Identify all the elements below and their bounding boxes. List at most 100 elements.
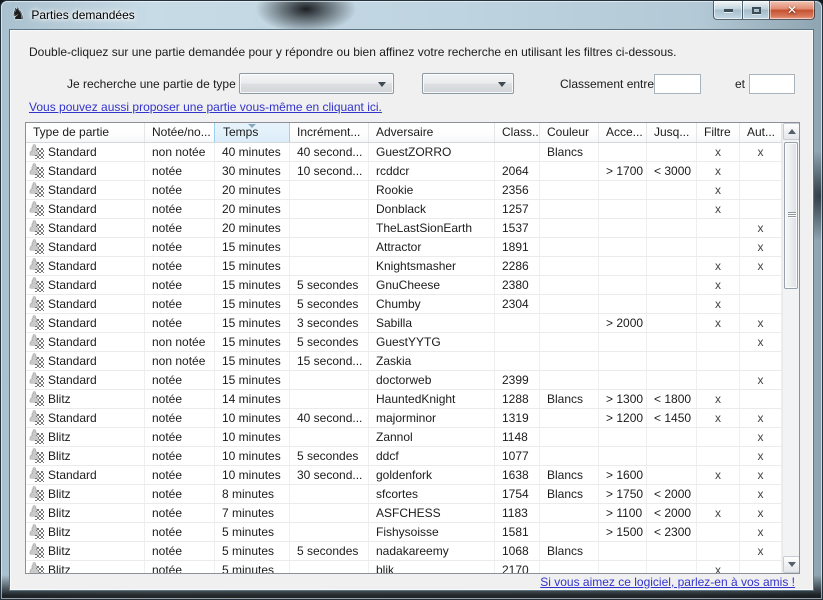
table-row[interactable]: ♟Blitznotée14 minutesHauntedKnight1288Bl… — [26, 390, 782, 409]
table-row[interactable]: ♟Standardnotée15 minutesdoctorweb2399x — [26, 371, 782, 390]
table-row[interactable]: ♟Standardnotée20 minutesDonblack1257x — [26, 200, 782, 219]
cell: 5 secondes — [290, 295, 369, 313]
cell — [495, 143, 540, 161]
minimize-button[interactable] — [713, 1, 742, 20]
cell — [290, 200, 369, 218]
scrollbar-thumb[interactable] — [784, 142, 798, 289]
cell — [540, 181, 599, 199]
cell — [647, 371, 697, 389]
cell: 1754 — [495, 485, 540, 503]
column-header-4[interactable]: Incrément... — [290, 123, 369, 142]
cell — [697, 447, 740, 465]
cell: > 2000 — [599, 314, 647, 332]
cell — [647, 276, 697, 294]
column-header-8[interactable]: Acce... — [599, 123, 647, 142]
cell — [740, 181, 782, 199]
table-row[interactable]: ♟Blitznotée5 minutes5 secondesnadakareem… — [26, 542, 782, 561]
cell — [647, 352, 697, 370]
maximize-icon — [752, 7, 761, 14]
tell-friends-link[interactable]: Si vous aimez ce logiciel, parlez-en à v… — [540, 575, 795, 589]
vertical-scrollbar[interactable] — [782, 123, 799, 573]
table-row[interactable]: ♟Standardnotée20 minutesTheLastSionEarth… — [26, 219, 782, 238]
cell: notée — [145, 428, 215, 446]
game-type-cell: ♟Standard — [26, 257, 145, 275]
column-header-7[interactable]: Couleur — [540, 123, 599, 142]
table-row[interactable]: ♟Standardnotée30 minutes10 second...rcdd… — [26, 162, 782, 181]
cell: x — [697, 162, 740, 180]
cell: notée — [145, 181, 215, 199]
table-row[interactable]: ♟Blitznotée5 minutesFishysoisse1581> 150… — [26, 523, 782, 542]
table-row[interactable]: ♟Blitznotée5 minutesblik2170x — [26, 561, 782, 573]
table-row[interactable]: ♟Standardnotée15 minutes5 secondesGnuChe… — [26, 276, 782, 295]
cell: 2286 — [495, 257, 540, 275]
table-row[interactable]: ♟Blitznotée7 minutesASFCHESS1183> 1100< … — [26, 504, 782, 523]
column-header-1[interactable]: Type de partie — [26, 123, 145, 142]
cell: x — [697, 276, 740, 294]
table-row[interactable]: ♟Standardnotée15 minutes3 secondesSabill… — [26, 314, 782, 333]
dialog-client-area: Double-cliquez sur une partie demandée p… — [9, 29, 814, 591]
table-row[interactable]: ♟Blitznotée10 minutesZannol1148x — [26, 428, 782, 447]
cell — [290, 428, 369, 446]
games-listview: Type de partieNotée/no...TempsIncrément.… — [25, 122, 800, 574]
pawn-icon: ♟ — [28, 392, 45, 407]
cell: 20 minutes — [215, 181, 290, 199]
rating-min-input[interactable] — [654, 74, 701, 94]
column-header-5[interactable]: Adversaire — [369, 123, 495, 142]
cell: x — [740, 219, 782, 237]
cell — [740, 561, 782, 573]
cell: x — [740, 542, 782, 560]
cell: notée — [145, 295, 215, 313]
cell — [697, 485, 740, 503]
column-header-9[interactable]: Jusq... — [647, 123, 697, 142]
cell: 10 minutes — [215, 409, 290, 427]
game-type-cell: ♟Blitz — [26, 561, 145, 573]
scroll-down-button[interactable] — [783, 556, 800, 573]
propose-game-link[interactable]: Vous pouvez aussi proposer une partie vo… — [29, 100, 382, 114]
table-row[interactable]: ♟Standardnon notée40 minutes40 second...… — [26, 143, 782, 162]
cell — [599, 238, 647, 256]
cell: < 2000 — [647, 504, 697, 522]
cell: 2064 — [495, 162, 540, 180]
table-row[interactable]: ♟Standardnon notée15 minutes15 second...… — [26, 352, 782, 371]
table-row[interactable]: ♟Standardnon notée15 minutes5 secondesGu… — [26, 333, 782, 352]
cell — [599, 257, 647, 275]
table-row[interactable]: ♟Blitznotée8 minutessfcortes1754Blancs> … — [26, 485, 782, 504]
window: ♞ Parties demandées ✕ Double-cliquez sur… — [0, 0, 823, 600]
scroll-up-button[interactable] — [783, 123, 800, 140]
cell: > 1200 — [599, 409, 647, 427]
table-row[interactable]: ♟Standardnotée10 minutes40 second...majo… — [26, 409, 782, 428]
cell — [697, 352, 740, 370]
column-header-10[interactable]: Filtre — [697, 123, 740, 142]
cell — [647, 314, 697, 332]
rating-max-input[interactable] — [749, 74, 795, 94]
game-variant-select[interactable] — [422, 73, 514, 94]
table-row[interactable]: ♟Blitznotée10 minutes5 secondesddcf1077x — [26, 447, 782, 466]
table-row[interactable]: ♟Standardnotée10 minutes30 second...gold… — [26, 466, 782, 485]
table-row[interactable]: ♟Standardnotée20 minutesRookie2356x — [26, 181, 782, 200]
cell — [495, 333, 540, 351]
column-header-6[interactable]: Class... — [495, 123, 540, 142]
cell — [290, 523, 369, 541]
column-header-3[interactable]: Temps — [214, 123, 290, 142]
listview-inner: Type de partieNotée/no...TempsIncrément.… — [26, 123, 782, 573]
cell — [540, 352, 599, 370]
cell: Knightsmasher — [369, 257, 495, 275]
column-header-2[interactable]: Notée/no... — [145, 123, 215, 142]
cell: GuestYYTG — [369, 333, 495, 351]
cell: ddcf — [369, 447, 495, 465]
table-row[interactable]: ♟Standardnotée15 minutesKnightsmasher228… — [26, 257, 782, 276]
caption-buttons: ✕ — [713, 1, 815, 20]
cell: notée — [145, 257, 215, 275]
rating-range-label: Classement entre — [560, 77, 654, 91]
close-button[interactable]: ✕ — [770, 1, 815, 20]
cell: 1319 — [495, 409, 540, 427]
table-row[interactable]: ♟Standardnotée15 minutesAttractor1891x — [26, 238, 782, 257]
cell — [697, 238, 740, 256]
cell: 1891 — [495, 238, 540, 256]
game-type-select[interactable] — [239, 73, 394, 94]
cell: notée — [145, 504, 215, 522]
maximize-button[interactable] — [742, 1, 770, 20]
column-header-11[interactable]: Aut... — [740, 123, 782, 142]
table-row[interactable]: ♟Standardnotée15 minutes5 secondesChumby… — [26, 295, 782, 314]
cell: Sabilla — [369, 314, 495, 332]
